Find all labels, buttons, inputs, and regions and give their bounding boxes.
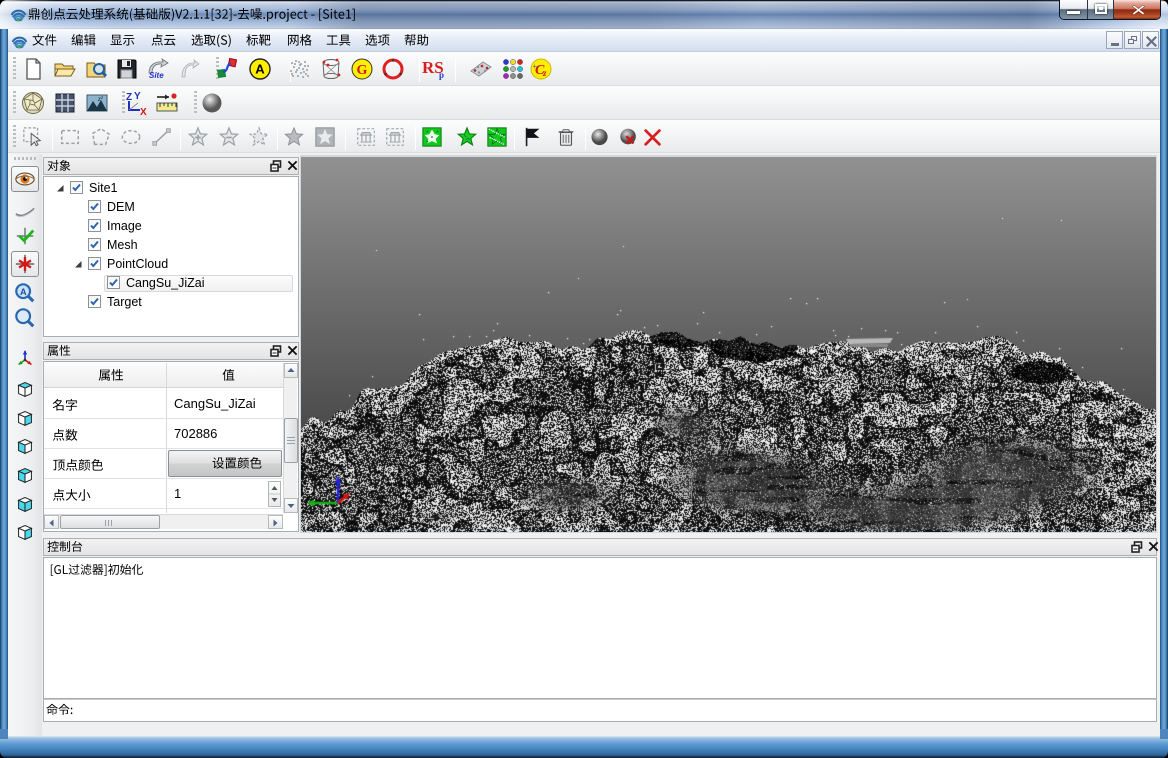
svg-text:A: A [255,62,265,77]
svg-text:z²: z² [97,95,104,103]
svg-text:Site: Site [149,71,164,80]
svg-text:p: p [439,70,444,80]
svg-text:G: G [357,63,368,78]
svg-text:Y: Y [134,91,141,102]
svg-text:X: X [140,107,147,115]
svg-text:+: + [533,62,538,71]
svg-text:z: z [542,68,547,78]
svg-text:A: A [20,287,27,297]
